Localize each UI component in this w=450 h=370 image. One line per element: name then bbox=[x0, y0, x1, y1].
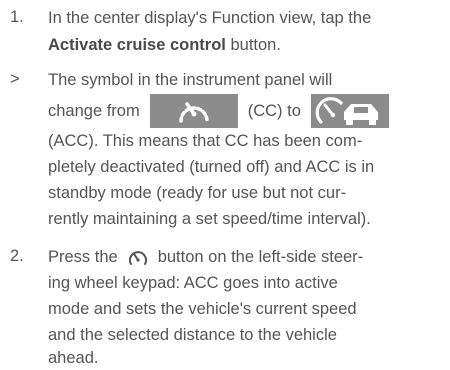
step-text-line: ing wheel keypad: ACC goes into active bbox=[48, 274, 338, 292]
adaptive-cruise-control-car-icon bbox=[310, 94, 389, 128]
step-text-line: rently maintaining a set speed/time inte… bbox=[48, 210, 371, 228]
step-text-line: Activate cruise control button. bbox=[48, 33, 281, 57]
speedometer-button-icon bbox=[128, 251, 147, 265]
step-text: change from bbox=[48, 102, 140, 120]
step-text: button on the left-side steer- bbox=[157, 248, 364, 266]
step-text: (CC) to bbox=[247, 102, 301, 120]
step-text-line: mode and sets the vehicle's current spee… bbox=[48, 300, 357, 318]
result-marker: > bbox=[10, 70, 20, 88]
step-text-line: and the selected distance to the vehicle bbox=[48, 326, 337, 344]
step-text-line: The symbol in the instrument panel will bbox=[48, 71, 333, 89]
cruise-control-speedometer-icon bbox=[149, 94, 238, 128]
activate-cruise-control-label: Activate cruise control bbox=[48, 36, 226, 54]
step-text-line: Press the button on the left-side steer- bbox=[48, 245, 363, 269]
step-text-line: standby mode (ready for use but not cur- bbox=[48, 184, 347, 202]
step-text-line: (ACC). This means that CC has been com- bbox=[48, 132, 363, 150]
step-text: button. bbox=[225, 36, 281, 54]
step-text: Press the bbox=[48, 248, 118, 266]
step-marker: 1. bbox=[10, 8, 24, 26]
icon-change-line: change from (CC) to bbox=[48, 94, 389, 128]
step-text-line: ahead. bbox=[48, 349, 99, 367]
step-text-line: pletely deactivated (turned off) and ACC… bbox=[48, 158, 375, 176]
step-text-line: In the center display's Function view, t… bbox=[48, 9, 372, 27]
step-marker: 2. bbox=[10, 247, 24, 265]
